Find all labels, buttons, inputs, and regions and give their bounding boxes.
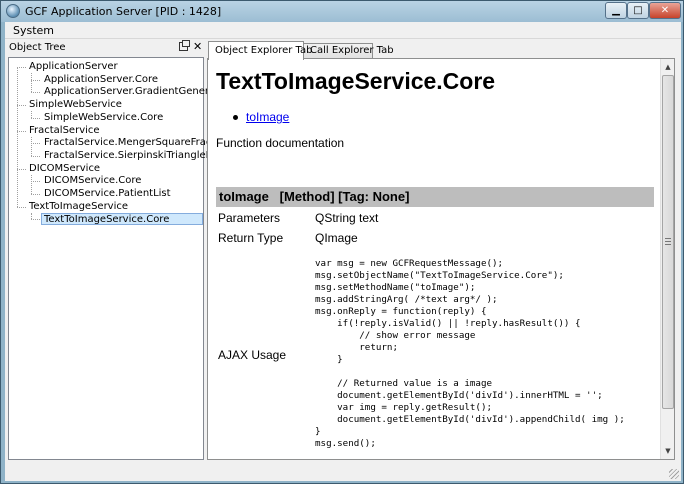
app-icon — [6, 4, 20, 18]
tree-connector — [31, 92, 40, 94]
tree-node[interactable]: ApplicationServer — [29, 61, 118, 73]
menu-bar: System — [5, 22, 681, 39]
method-header-text: toImage [Method] [Tag: None] — [219, 189, 410, 204]
scroll-thumb[interactable] — [662, 75, 674, 409]
tree-connector — [31, 136, 32, 156]
tree-leaf[interactable]: FractalService.MengerSquareFractal — [44, 137, 224, 149]
parameters-value: QString text — [315, 211, 379, 225]
tree-leaf[interactable]: SimpleWebService.Core — [44, 112, 163, 124]
tree-connector — [31, 212, 32, 220]
section-heading: Function documentation — [216, 136, 345, 150]
title-bar[interactable]: GCF Application Server [PID : 1428] ▁ □ … — [1, 1, 683, 22]
return-type-value: QImage — [315, 231, 358, 245]
tree-connector — [31, 79, 40, 81]
tree-node[interactable]: TextToImageService — [29, 201, 128, 213]
window-title: GCF Application Server [PID : 1428] — [25, 5, 222, 18]
tree-connector — [31, 174, 32, 194]
parameters-label: Parameters — [218, 211, 281, 225]
object-explorer-panel: TextToImageService.Core toImage Function… — [207, 58, 675, 460]
tree-leaf[interactable]: DICOMService.Core — [44, 175, 141, 187]
vertical-scrollbar[interactable]: ▲ ▼ — [660, 59, 674, 459]
tree-leaf[interactable]: DICOMService.PatientList — [44, 188, 171, 200]
tab-object-explorer[interactable]: Object Explorer Tab — [208, 41, 313, 60]
grip-icon — [665, 238, 671, 245]
size-grip-icon[interactable] — [669, 469, 679, 479]
tree-connector — [17, 206, 26, 208]
tree-connector — [17, 168, 26, 170]
bullet-icon — [233, 115, 238, 120]
tree-node[interactable]: DICOMService — [29, 163, 100, 175]
tree-node[interactable]: SimpleWebService — [29, 99, 122, 111]
client-area: System Object Tree ✕ ApplicationServer Ap… — [5, 22, 681, 481]
status-bar — [5, 462, 681, 481]
ajax-usage-label: AJAX Usage — [218, 348, 287, 362]
tree-leaf[interactable]: TextToImageService.Core — [41, 213, 203, 226]
tree-connector — [17, 130, 26, 132]
ajax-code-block: var msg = new GCFRequestMessage(); msg.s… — [315, 258, 625, 449]
tree-connector — [17, 67, 26, 68]
float-icon[interactable] — [179, 40, 190, 51]
tree-connector — [17, 105, 26, 107]
tab-bar: Object Explorer Tab Call Explorer Tab — [208, 41, 681, 60]
scroll-down-icon[interactable]: ▼ — [661, 444, 674, 458]
maximize-button[interactable]: □ — [627, 2, 649, 19]
object-tree[interactable]: ApplicationServer ApplicationServer.Core A… — [8, 57, 239, 460]
minimize-button[interactable]: ▁ — [605, 2, 627, 19]
dock-title: Object Tree — [9, 42, 66, 53]
close-button[interactable]: ✕ — [649, 2, 681, 19]
tree-node[interactable]: FractalService — [29, 125, 100, 137]
tree-connector — [31, 111, 32, 118]
application-window: GCF Application Server [PID : 1428] ▁ □ … — [0, 0, 684, 484]
dock-title-bar[interactable]: Object Tree ✕ — [7, 40, 203, 55]
tree-connector — [31, 143, 40, 145]
object-tree-dock: Object Tree ✕ ApplicationServer Applicati… — [5, 40, 239, 460]
tree-connector — [31, 155, 40, 157]
tree-leaf[interactable]: ApplicationServer.GradientGenerator — [44, 86, 229, 98]
dock-close-icon[interactable]: ✕ — [193, 40, 202, 53]
tree-connector — [31, 194, 40, 195]
method-header: toImage [Method] [Tag: None] — [216, 187, 654, 207]
tree-connector — [31, 73, 32, 93]
tree-leaf[interactable]: ApplicationServer.Core — [44, 74, 158, 86]
scroll-up-icon[interactable]: ▲ — [661, 60, 674, 74]
return-type-label: Return Type — [218, 231, 284, 245]
tree-connector — [31, 181, 40, 183]
method-link-toimage[interactable]: toImage — [246, 110, 289, 124]
page-title: TextToImageService.Core — [216, 68, 496, 94]
tree-connector — [17, 67, 18, 207]
tab-call-explorer[interactable]: Call Explorer Tab — [303, 43, 394, 59]
tree-connector — [31, 219, 40, 221]
menu-system[interactable]: System — [13, 24, 54, 37]
tree-connector — [31, 117, 40, 119]
